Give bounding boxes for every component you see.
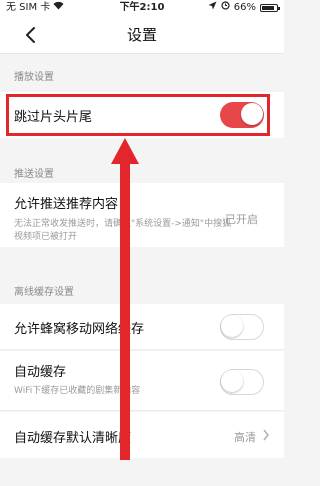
default-quality-row[interactable]: 自动缓存默认清晰度 高清: [0, 412, 284, 458]
section-label-playback: 播放设置: [14, 72, 54, 83]
battery-icon: [260, 4, 280, 12]
battery-percent: 66%: [233, 2, 256, 13]
section-label-cache: 离线缓存设置: [14, 287, 74, 298]
toggle-knob: [221, 370, 243, 392]
nav-bar: 设置: [0, 16, 284, 54]
annotation-highlight-box: [6, 94, 270, 136]
allow-push-label: 允许推送推荐内容: [14, 197, 119, 212]
cellular-cache-toggle[interactable]: [220, 314, 264, 340]
cellular-cache-row: 允许蜂窝移动网络缓存: [0, 304, 284, 350]
status-bar: 无 SIM 卡 下午2:10 66%: [0, 0, 284, 16]
alarm-icon: [221, 0, 230, 16]
location-icon: [208, 0, 217, 16]
allow-push-status: 已开启: [225, 213, 258, 226]
section-label-push: 推送设置: [14, 169, 54, 180]
default-quality-value: 高清: [234, 431, 256, 444]
toggle-knob: [221, 315, 243, 337]
status-right: 66%: [208, 0, 280, 16]
annotation-arrow-icon: [111, 138, 139, 460]
page-title: 设置: [126, 26, 157, 44]
allow-push-row[interactable]: 允许推送推荐内容 无法正常收发推送时，请确认"系统设置->通知"中搜狐视频项已被…: [0, 183, 284, 247]
auto-cache-label: 自动缓存: [14, 365, 67, 380]
auto-cache-toggle[interactable]: [220, 369, 264, 395]
chevron-right-icon: [263, 429, 269, 441]
auto-cache-row: 自动缓存 WiFi下缓存已收藏的剧集新内容: [0, 351, 284, 411]
